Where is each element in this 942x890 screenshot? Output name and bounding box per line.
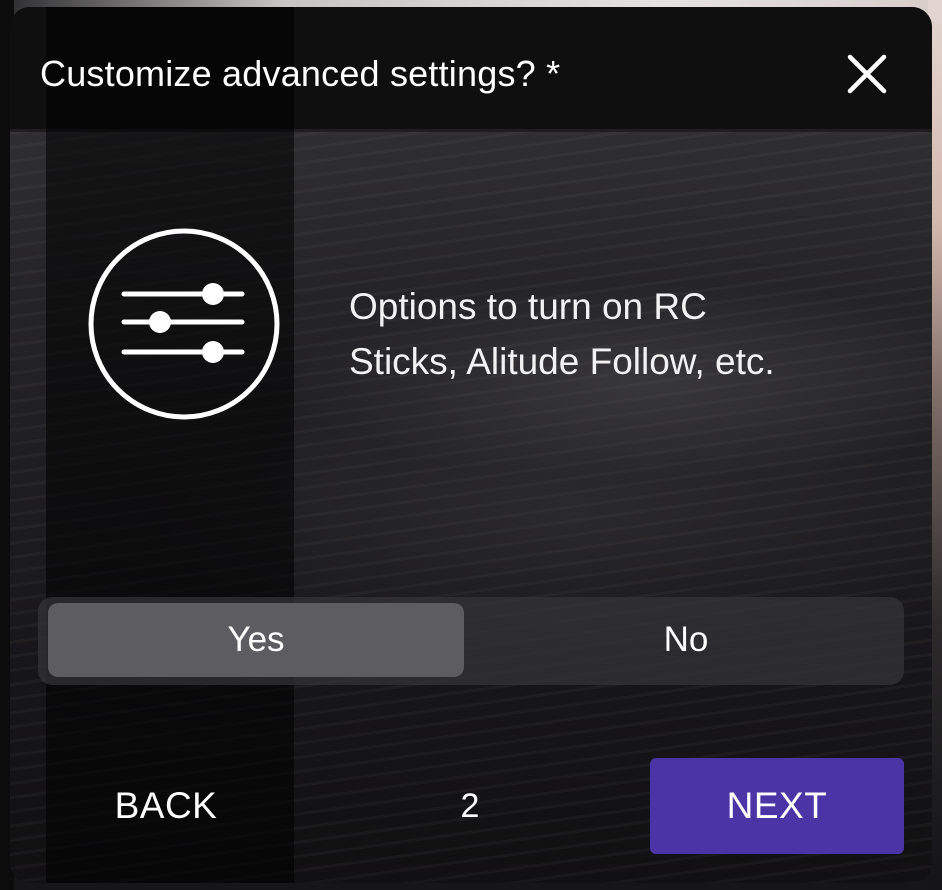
close-button[interactable] [842, 49, 892, 99]
sliders-settings-icon [86, 226, 282, 422]
back-button[interactable]: BACK [78, 771, 254, 841]
next-button[interactable]: NEXT [650, 758, 904, 854]
dialog-description: Options to turn on RC Sticks, Alitude Fo… [349, 286, 775, 382]
dialog-title: Customize advanced settings? * [40, 53, 561, 94]
step-number: 2 [460, 786, 480, 825]
close-icon [847, 54, 887, 94]
option-no[interactable]: No [476, 603, 896, 677]
option-yes[interactable]: Yes [48, 603, 464, 677]
advanced-settings-dialog: Customize advanced settings? * Options t… [10, 7, 932, 883]
yes-no-toggle: Yes No [38, 597, 904, 685]
left-shade-band [46, 7, 294, 883]
screen: Customize advanced settings? * Options t… [0, 0, 942, 890]
